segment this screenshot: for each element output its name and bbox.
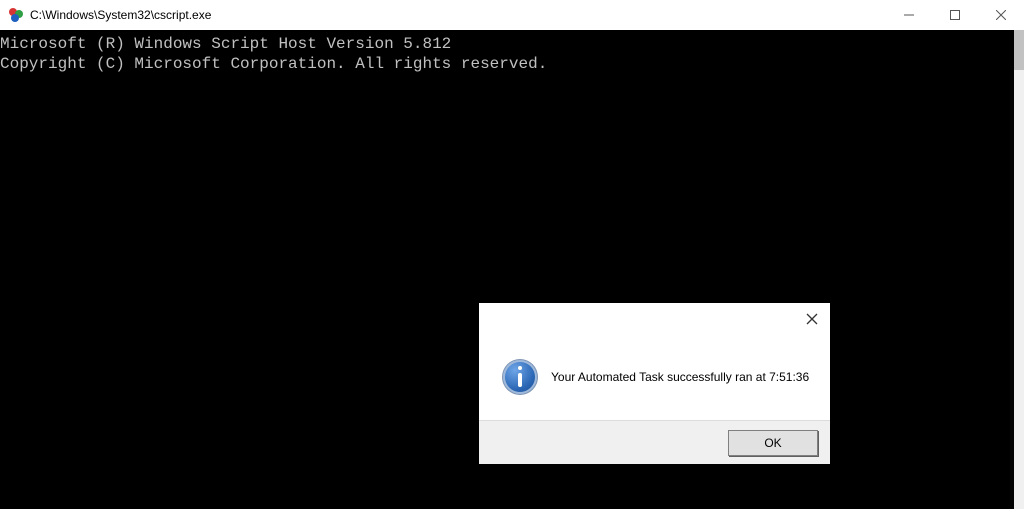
maximize-button[interactable] <box>932 0 978 30</box>
close-icon <box>806 313 818 325</box>
console-line: Copyright (C) Microsoft Corporation. All… <box>0 55 547 73</box>
dialog-close-button[interactable] <box>800 309 824 329</box>
titlebar[interactable]: C:\Windows\System32\cscript.exe <box>0 0 1024 31</box>
dialog-body: Your Automated Task successfully ran at … <box>479 333 830 420</box>
scrollbar-thumb[interactable] <box>1014 30 1024 70</box>
info-icon <box>503 360 537 394</box>
vertical-scrollbar[interactable] <box>1014 30 1024 509</box>
console-line: Microsoft (R) Windows Script Host Versio… <box>0 35 451 53</box>
window-title: C:\Windows\System32\cscript.exe <box>30 8 211 22</box>
dialog-footer: OK <box>479 420 830 464</box>
app-icon <box>8 7 24 23</box>
message-dialog: Your Automated Task successfully ran at … <box>479 303 830 464</box>
close-button[interactable] <box>978 0 1024 30</box>
dialog-titlebar[interactable] <box>479 303 830 333</box>
minimize-button[interactable] <box>886 0 932 30</box>
dialog-message: Your Automated Task successfully ran at … <box>551 370 809 384</box>
main-window: C:\Windows\System32\cscript.exe Microsof… <box>0 0 1024 509</box>
ok-button[interactable]: OK <box>728 430 818 456</box>
